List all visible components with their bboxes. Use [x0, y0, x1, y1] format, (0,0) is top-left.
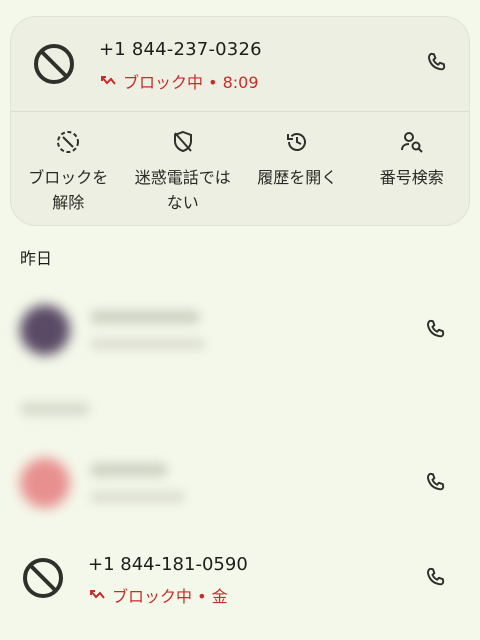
- history-icon: [287, 133, 307, 151]
- redacted-detail: [90, 491, 185, 503]
- blocked-call-arrow-icon: [90, 590, 105, 599]
- avatar: [20, 458, 70, 508]
- call-status: ブロック中 • 金: [88, 583, 228, 607]
- phone-number: +1 844-181-0590: [88, 554, 248, 575]
- unblock-icon: [57, 131, 80, 153]
- not-spam-button[interactable]: 迷惑電話では ない: [126, 121, 241, 225]
- action-bar: ブロックを 解除 迷惑電話では ない 履歴を開く 番号検索: [11, 121, 470, 225]
- not-spam-label: 迷惑電話では ない: [134, 168, 231, 212]
- call-entry[interactable]: +1 844-181-0590 ブロック中 • 金: [0, 540, 480, 620]
- number-lookup-button[interactable]: 番号検索: [355, 121, 470, 225]
- blocked-call-arrow-icon: [101, 76, 116, 85]
- phone-number: +1 844-237-0326: [99, 39, 262, 60]
- unblock-button[interactable]: ブロックを 解除: [11, 121, 126, 225]
- phone-icon: [426, 472, 445, 491]
- expanded-call-card: +1 844-237-0326 ブロック中 • 8:09 ブロックを 解除 迷惑…: [10, 16, 470, 226]
- section-header-redacted: [20, 402, 90, 416]
- person-search-icon: [400, 132, 423, 153]
- call-status: ブロック中 • 8:09: [99, 69, 259, 93]
- blocked-icon: [23, 558, 63, 598]
- call-entry-redacted[interactable]: [0, 443, 480, 523]
- redacted-name: [90, 310, 200, 324]
- status-text: ブロック中 • 8:09: [123, 73, 259, 92]
- phone-icon: [426, 319, 445, 338]
- call-button[interactable]: [414, 461, 458, 505]
- divider: [11, 111, 469, 112]
- unblock-label: ブロックを 解除: [28, 168, 109, 212]
- not-spam-icon: [173, 130, 192, 153]
- call-log-screen: +1 844-237-0326 ブロック中 • 8:09 ブロックを 解除 迷惑…: [0, 0, 480, 640]
- call-button[interactable]: [414, 308, 458, 352]
- redacted-detail: [90, 338, 205, 350]
- redacted-name: [90, 463, 168, 477]
- phone-icon: [427, 52, 446, 71]
- open-history-label: 履歴を開く: [257, 168, 338, 187]
- call-button[interactable]: [415, 41, 459, 85]
- phone-icon: [426, 567, 445, 586]
- open-history-button[interactable]: 履歴を開く: [240, 121, 355, 225]
- blocked-icon: [34, 44, 74, 84]
- section-header-yesterday: 昨日: [20, 249, 53, 268]
- number-lookup-label: 番号検索: [379, 168, 444, 187]
- call-button[interactable]: [414, 556, 458, 600]
- status-text: ブロック中 • 金: [112, 587, 228, 606]
- avatar: [20, 305, 70, 355]
- call-entry-redacted[interactable]: [0, 290, 480, 370]
- call-entry[interactable]: +1 844-237-0326 ブロック中 • 8:09: [11, 17, 469, 111]
